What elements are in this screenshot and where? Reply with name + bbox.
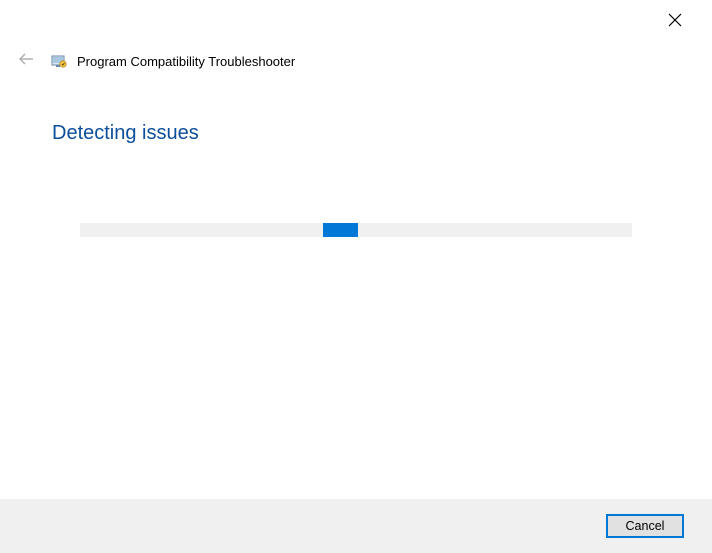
- back-arrow-icon: [17, 50, 35, 73]
- progress-bar: [80, 223, 632, 237]
- cancel-button[interactable]: Cancel: [606, 514, 684, 538]
- page-heading: Detecting issues: [52, 122, 660, 145]
- close-button[interactable]: [652, 6, 698, 36]
- progress-fill: [323, 223, 358, 237]
- progress-container: [52, 223, 660, 237]
- titlebar: [0, 0, 712, 38]
- close-icon: [668, 13, 682, 30]
- footer: Cancel: [0, 499, 712, 553]
- header-title: Program Compatibility Troubleshooter: [77, 54, 295, 69]
- header-row: Program Compatibility Troubleshooter: [0, 50, 712, 72]
- troubleshooter-icon: [51, 53, 67, 69]
- back-button[interactable]: [15, 50, 37, 72]
- content-area: Detecting issues: [0, 72, 712, 237]
